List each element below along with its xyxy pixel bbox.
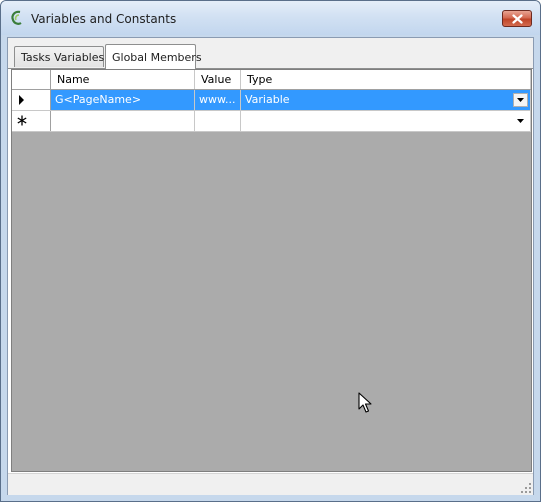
- members-grid[interactable]: Name Value Type G<PageName> www... Varia…: [11, 69, 532, 472]
- cell-type-text: Variable: [245, 93, 290, 106]
- column-header-name[interactable]: Name: [51, 70, 195, 89]
- tab-label: Global Members: [112, 51, 202, 64]
- cell-value[interactable]: [195, 111, 241, 131]
- global-members-panel: Name Value Type G<PageName> www... Varia…: [8, 68, 533, 474]
- chevron-down-icon: [517, 98, 524, 102]
- corner-header-cell[interactable]: [12, 70, 51, 89]
- current-row-arrow-icon: [19, 95, 24, 105]
- grid-header-row: Name Value Type: [12, 70, 531, 90]
- variables-constants-window: Variables and Constants Tasks Variables …: [0, 0, 541, 502]
- cell-type[interactable]: Variable: [241, 90, 531, 110]
- row-header-cell[interactable]: [12, 111, 51, 131]
- cell-value[interactable]: www...: [195, 90, 241, 110]
- column-header-value[interactable]: Value: [195, 70, 241, 89]
- type-dropdown-button[interactable]: [513, 114, 528, 128]
- tab-tasks-variables[interactable]: Tasks Variables: [14, 46, 104, 67]
- new-row-asterisk-icon: [17, 115, 27, 126]
- table-row[interactable]: G<PageName> www... Variable: [12, 90, 531, 111]
- cell-name[interactable]: G<PageName>: [51, 90, 195, 110]
- column-header-type[interactable]: Type: [241, 70, 531, 89]
- app-logo-icon: [11, 10, 22, 25]
- tab-label: Tasks Variables: [21, 51, 105, 64]
- title-bar[interactable]: Variables and Constants: [1, 1, 540, 35]
- close-button[interactable]: [502, 10, 532, 27]
- cell-type[interactable]: [241, 111, 531, 131]
- resize-grip-icon[interactable]: [521, 483, 531, 493]
- chevron-down-icon: [517, 119, 524, 123]
- window-client-area: Tasks Variables Global Members Name Valu…: [7, 37, 534, 495]
- tab-strip: Tasks Variables Global Members: [8, 38, 533, 69]
- mouse-cursor-icon: [358, 392, 372, 413]
- status-bar: [8, 473, 533, 495]
- row-header-cell[interactable]: [12, 90, 51, 110]
- cell-name[interactable]: [51, 111, 195, 131]
- type-dropdown-button[interactable]: [513, 93, 528, 107]
- tab-global-members[interactable]: Global Members: [105, 44, 202, 69]
- window-title: Variables and Constants: [31, 12, 177, 26]
- new-row[interactable]: [12, 111, 531, 132]
- close-icon: [512, 14, 523, 24]
